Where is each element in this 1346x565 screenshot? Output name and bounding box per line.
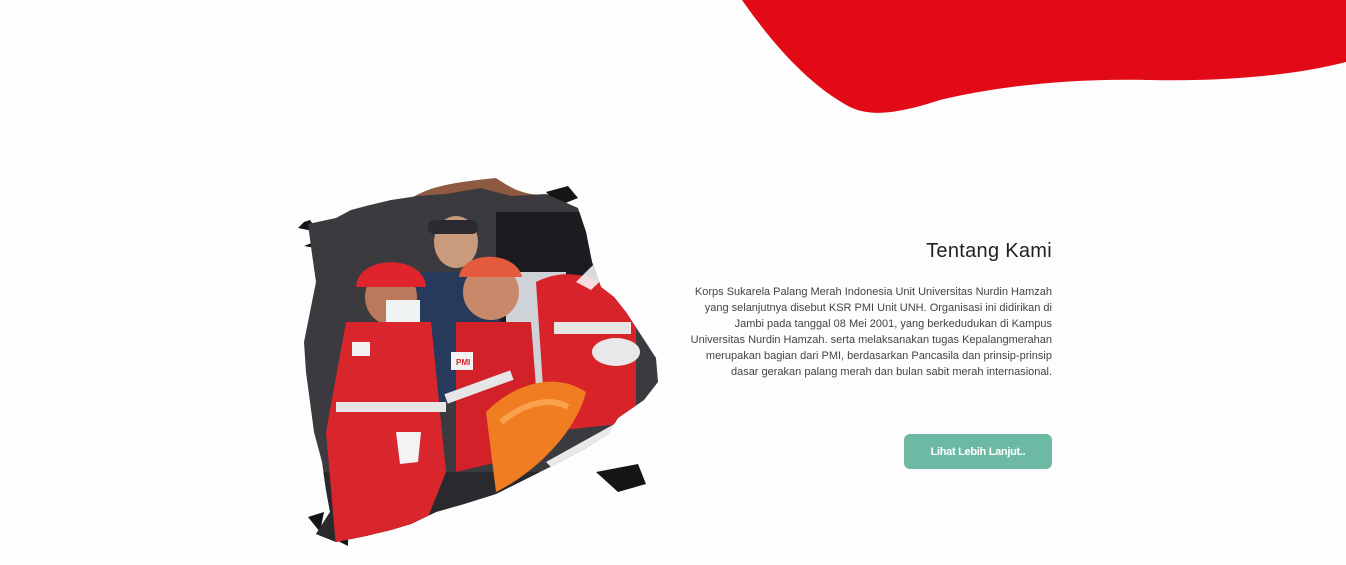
about-section: PMI Tentang Kami Korps Sukarela Palang M… — [0, 0, 1346, 565]
pmi-badge: PMI — [456, 358, 470, 367]
volunteers-photo: PMI — [296, 172, 666, 547]
read-more-button[interactable]: Lihat Lebih Lanjut.. — [904, 434, 1052, 469]
about-content: Tentang Kami Korps Sukarela Palang Merah… — [680, 240, 1052, 380]
about-title: Tentang Kami — [926, 240, 1052, 262]
red-wave-decoration — [742, 0, 1346, 113]
about-description: Korps Sukarela Palang Merah Indonesia Un… — [690, 286, 1052, 378]
